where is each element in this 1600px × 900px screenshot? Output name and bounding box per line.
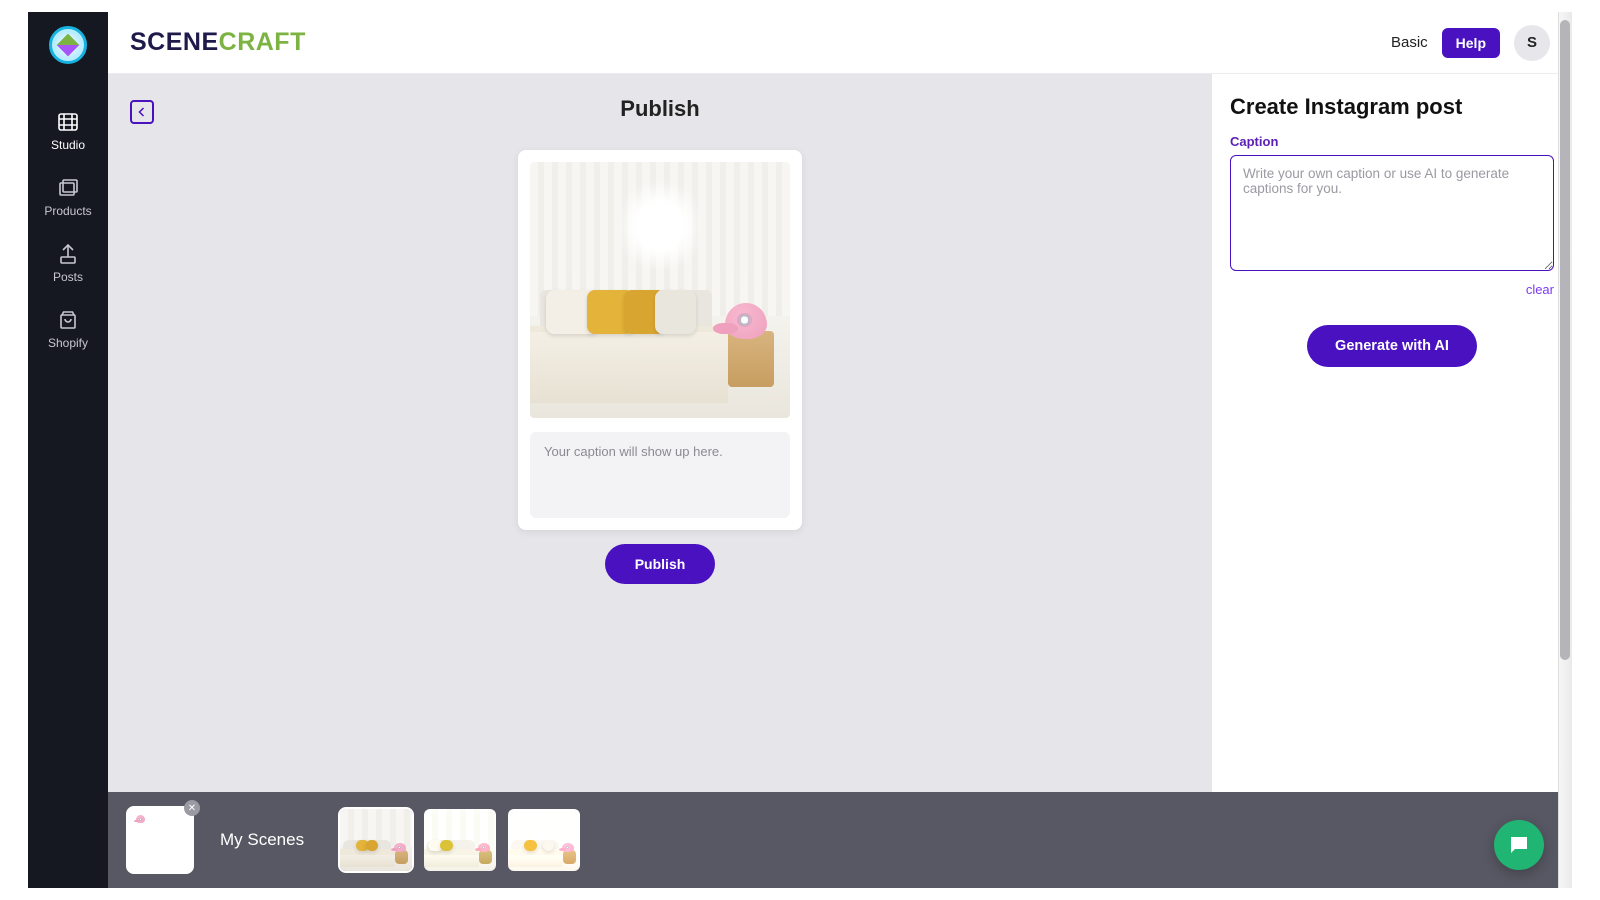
product-cap-icon xyxy=(725,303,767,339)
sidebar-item-label: Shopify xyxy=(48,336,88,350)
canvas-zone: Publish Your caption will show up here. xyxy=(108,74,1212,888)
chevron-left-icon xyxy=(136,106,148,118)
main-column: SCENECRAFT Basic Help S Publish xyxy=(108,12,1572,888)
plan-label[interactable]: Basic xyxy=(1391,34,1428,51)
scene-image xyxy=(530,162,790,418)
chat-fab[interactable] xyxy=(1494,820,1544,870)
app-frame: Studio Products Posts Shopify SCENECRAFT… xyxy=(28,12,1572,888)
scene-thumb[interactable] xyxy=(340,809,412,871)
chat-icon xyxy=(1507,833,1531,857)
app-logo-icon xyxy=(49,26,87,64)
back-button[interactable] xyxy=(130,100,154,124)
selected-product-chip[interactable]: ✕ xyxy=(126,806,194,874)
sidebar-item-label: Studio xyxy=(51,138,85,152)
sidebar-item-posts[interactable]: Posts xyxy=(28,232,108,298)
help-button[interactable]: Help xyxy=(1442,28,1500,58)
panel-title: Create Instagram post xyxy=(1230,94,1554,120)
publish-button[interactable]: Publish xyxy=(605,544,716,584)
upload-icon xyxy=(56,242,80,266)
sidebar-item-products[interactable]: Products xyxy=(28,166,108,232)
cap-icon xyxy=(136,815,145,823)
scene-thumb[interactable] xyxy=(424,809,496,871)
work-area: Publish Your caption will show up here. xyxy=(108,74,1572,888)
scene-thumb[interactable] xyxy=(508,809,580,871)
scrollbar-thumb[interactable] xyxy=(1560,20,1570,660)
post-preview-card: Your caption will show up here. xyxy=(518,150,802,530)
tray-label: My Scenes xyxy=(220,830,304,850)
caption-label: Caption xyxy=(1230,134,1554,149)
header: SCENECRAFT Basic Help S xyxy=(108,12,1572,74)
page-title: Publish xyxy=(620,96,699,122)
sidebar-item-studio[interactable]: Studio xyxy=(28,100,108,166)
sidebar: Studio Products Posts Shopify xyxy=(28,12,108,888)
clear-caption-link[interactable]: clear xyxy=(1230,282,1554,297)
avatar[interactable]: S xyxy=(1514,25,1550,61)
generate-ai-button[interactable]: Generate with AI xyxy=(1307,325,1477,367)
shopping-bag-icon xyxy=(56,308,80,332)
caption-preview: Your caption will show up here. xyxy=(530,432,790,518)
sidebar-item-shopify[interactable]: Shopify xyxy=(28,298,108,364)
scene-thumbnails xyxy=(340,809,580,871)
layers-icon xyxy=(56,176,80,200)
film-icon xyxy=(56,110,80,134)
right-panel: Create Instagram post Caption clear Gene… xyxy=(1212,74,1572,888)
sidebar-item-label: Products xyxy=(44,204,91,218)
caption-input[interactable] xyxy=(1230,155,1554,271)
sidebar-item-label: Posts xyxy=(53,270,83,284)
scenes-tray: ✕ My Scenes xyxy=(108,792,1558,888)
brand-wordmark: SCENECRAFT xyxy=(130,28,306,57)
